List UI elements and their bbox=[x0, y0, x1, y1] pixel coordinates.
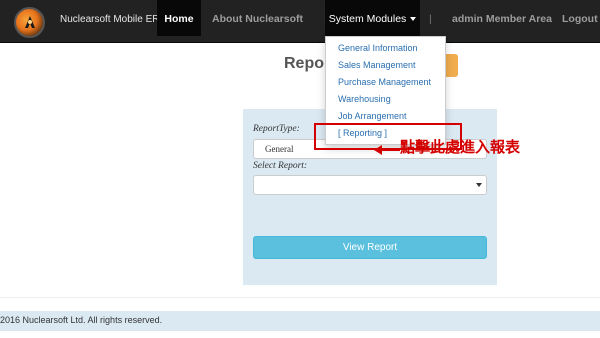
footer-copyright: 2016 Nuclearsoft Ltd. All rights reserve… bbox=[0, 315, 163, 325]
caret-down-icon bbox=[410, 17, 417, 22]
nav-admin-member-area[interactable]: admin Member Area bbox=[452, 0, 552, 36]
footer: 2016 Nuclearsoft Ltd. All rights reserve… bbox=[0, 311, 600, 331]
footer-divider bbox=[0, 297, 600, 298]
nuclearsoft-logo-icon[interactable] bbox=[14, 7, 45, 38]
select-report-label: Select Report: bbox=[253, 161, 308, 171]
menu-item-sales-management[interactable]: Sales Management bbox=[338, 60, 416, 70]
chevron-down-icon bbox=[476, 183, 482, 187]
nav-about-label[interactable]: About Nuclearsoft bbox=[212, 13, 303, 25]
menu-item-warehousing[interactable]: Warehousing bbox=[338, 94, 391, 104]
report-type-value: General bbox=[265, 144, 294, 154]
page-title: Repor bbox=[284, 55, 331, 72]
report-type-label: ReportType: bbox=[253, 124, 300, 134]
nav-separator: | bbox=[429, 13, 432, 25]
callout-text: 點擊此處進入報表 bbox=[400, 138, 521, 156]
nav-home[interactable]: Home bbox=[157, 0, 201, 36]
nav-separator-2: | bbox=[429, 0, 432, 36]
nav-system-modules-label[interactable]: System Modules bbox=[329, 13, 407, 25]
menu-item-job-arrangement[interactable]: Job Arrangement bbox=[338, 111, 407, 121]
view-report-button[interactable]: View Report bbox=[253, 236, 487, 259]
select-report-select[interactable] bbox=[253, 175, 487, 195]
page: Nuclearsoft Mobile ERP Home About Nuclea… bbox=[0, 0, 600, 338]
nav-about[interactable]: About Nuclearsoft | bbox=[212, 0, 327, 36]
nav-system-modules[interactable]: System Modules bbox=[325, 0, 420, 36]
brand-name[interactable]: Nuclearsoft Mobile ERP bbox=[60, 14, 166, 25]
menu-item-general-information[interactable]: General Information bbox=[338, 43, 418, 53]
menu-item-purchase-management[interactable]: Purchase Management bbox=[338, 77, 431, 87]
callout-line bbox=[379, 149, 400, 151]
nav-logout[interactable]: Logout bbox=[562, 0, 598, 36]
logo-mark bbox=[25, 16, 35, 28]
navbar: Nuclearsoft Mobile ERP Home About Nuclea… bbox=[0, 0, 600, 43]
report-action-button[interactable] bbox=[446, 54, 458, 77]
